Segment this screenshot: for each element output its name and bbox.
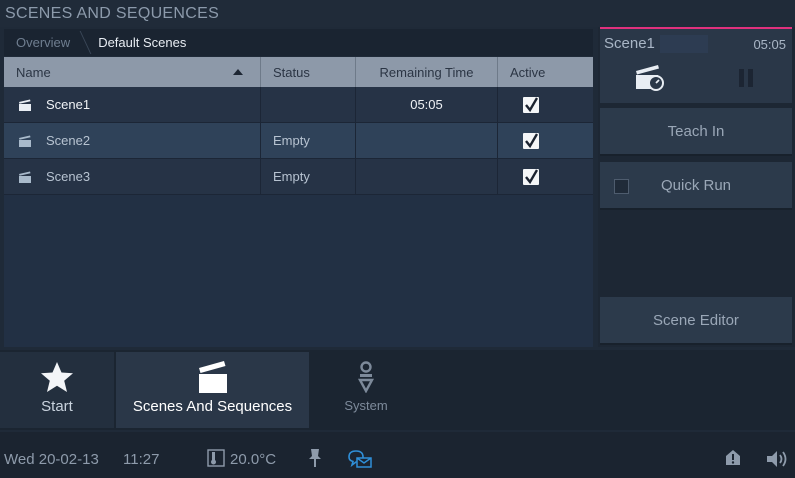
thermometer-icon	[207, 449, 225, 467]
name-highlight	[660, 35, 708, 53]
row-name-label: Scene1	[46, 97, 91, 112]
column-header-active[interactable]: Active	[498, 57, 593, 87]
scenes-table: Name Status Remaining Time Active Scene1…	[4, 57, 593, 347]
checkmark-icon	[525, 132, 538, 148]
row-remaining-cell	[356, 159, 498, 194]
clapperboard-icon	[19, 135, 31, 147]
row-remaining-cell: 05:05	[356, 87, 498, 122]
clapperboard-timer-icon[interactable]	[634, 62, 666, 92]
bottom-navigation: Start Scenes And Sequences System	[0, 350, 795, 430]
scene-editor-button[interactable]: Scene Editor	[600, 297, 792, 345]
title-bar: SCENES AND SEQUENCES	[0, 0, 795, 27]
nav-system[interactable]: System	[311, 352, 421, 428]
row-name-cell: Scene1	[4, 87, 261, 122]
sort-ascending-icon	[233, 69, 243, 75]
teach-in-button[interactable]: Teach In	[600, 108, 792, 156]
message-icon[interactable]	[347, 449, 373, 469]
pause-icon[interactable]	[737, 67, 755, 89]
active-checkbox[interactable]	[523, 96, 539, 113]
notification-icon[interactable]	[723, 448, 743, 468]
active-checkbox[interactable]	[523, 168, 539, 185]
column-header-remaining-time[interactable]: Remaining Time	[356, 57, 498, 87]
row-name-cell: Scene3	[4, 159, 261, 194]
row-name-cell: Scene2	[4, 123, 261, 158]
table-header: Name Status Remaining Time Active	[4, 57, 593, 87]
status-temperature: 20.0°C	[230, 451, 277, 468]
status-bar: Wed 20-02-13 11:27 20.0°C	[0, 432, 795, 478]
row-active-cell	[498, 159, 593, 194]
scene-control-panel: Scene1 05:05 Teach In Quick Run Scene Ed…	[598, 27, 795, 347]
nav-system-label: System	[344, 398, 388, 413]
checkmark-icon	[525, 96, 538, 112]
page-title: SCENES AND SEQUENCES	[5, 5, 220, 22]
column-header-name[interactable]: Name	[4, 57, 261, 87]
column-header-status[interactable]: Status	[261, 57, 356, 87]
speaker-icon[interactable]	[765, 449, 789, 469]
table-row[interactable]: Scene2 Empty	[4, 123, 593, 159]
nav-scenes-label: Scenes And Sequences	[132, 398, 293, 415]
column-name-label: Name	[16, 64, 51, 80]
nav-start-label: Start	[41, 398, 73, 415]
checkmark-icon	[525, 168, 538, 184]
status-time: 11:27	[123, 451, 160, 468]
nav-scenes-and-sequences[interactable]: Scenes And Sequences	[116, 352, 309, 428]
breadcrumb: Overview Default Scenes	[4, 29, 593, 56]
quick-run-checkbox[interactable]	[614, 179, 629, 194]
status-date: Wed 20-02-13	[4, 451, 99, 468]
row-active-cell	[498, 87, 593, 122]
active-scene-name: Scene1	[604, 35, 655, 52]
star-icon	[41, 362, 73, 392]
clapperboard-icon	[19, 99, 31, 111]
table-row[interactable]: Scene1 05:05	[4, 87, 593, 123]
clapperboard-icon	[198, 361, 227, 393]
active-checkbox[interactable]	[523, 132, 539, 149]
table-row[interactable]: Scene3 Empty	[4, 159, 593, 195]
pin-icon[interactable]	[307, 448, 323, 468]
row-name-label: Scene2	[46, 133, 91, 148]
clapperboard-icon	[19, 171, 31, 183]
active-scene-time: 05:05	[753, 37, 786, 52]
row-name-label: Scene3	[46, 169, 91, 184]
active-scene-card[interactable]: Scene1 05:05	[600, 27, 792, 103]
row-status-cell	[261, 87, 356, 122]
quick-run-label: Quick Run	[660, 176, 732, 194]
breadcrumb-default-scenes: Default Scenes	[98, 35, 187, 50]
row-status-cell: Empty	[261, 123, 356, 158]
row-status-cell: Empty	[261, 159, 356, 194]
row-active-cell	[498, 123, 593, 158]
quick-run-button[interactable]: Quick Run	[600, 162, 792, 210]
breadcrumb-overview[interactable]: Overview	[4, 29, 88, 56]
system-icon	[357, 361, 375, 393]
row-remaining-cell	[356, 123, 498, 158]
nav-start[interactable]: Start	[0, 352, 114, 428]
